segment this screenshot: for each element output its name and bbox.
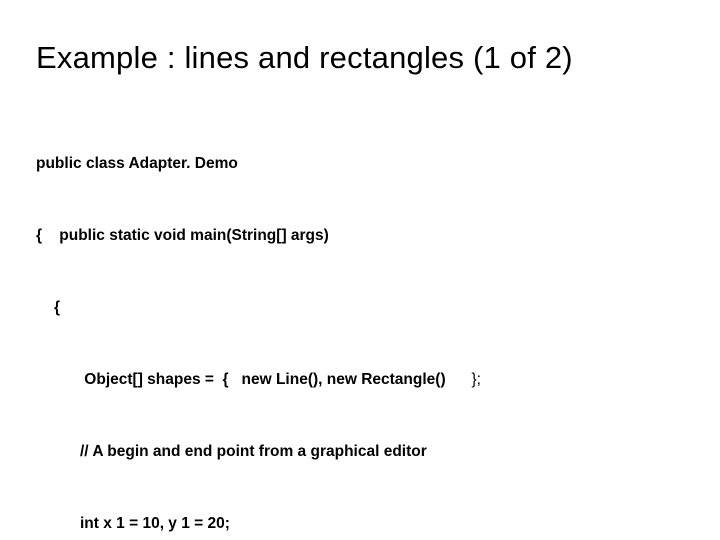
slide: Example : lines and rectangles (1 of 2) … (0, 0, 720, 540)
code-fragment: Object[] shapes = { new Line(), new Rect… (80, 371, 446, 388)
slide-title: Example : lines and rectangles (1 of 2) (36, 40, 684, 76)
code-line: Object[] shapes = { new Line(), new Rect… (36, 368, 684, 392)
code-line: { (36, 296, 684, 320)
code-line: // A begin and end point from a graphica… (36, 440, 684, 464)
code-line: public class Adapter. Demo (36, 152, 684, 176)
code-line: int x 1 = 10, y 1 = 20; (36, 512, 684, 536)
code-line: { public static void main(String[] args) (36, 224, 684, 248)
code-block: public class Adapter. Demo { public stat… (36, 104, 684, 540)
code-fragment: }; (446, 371, 481, 388)
